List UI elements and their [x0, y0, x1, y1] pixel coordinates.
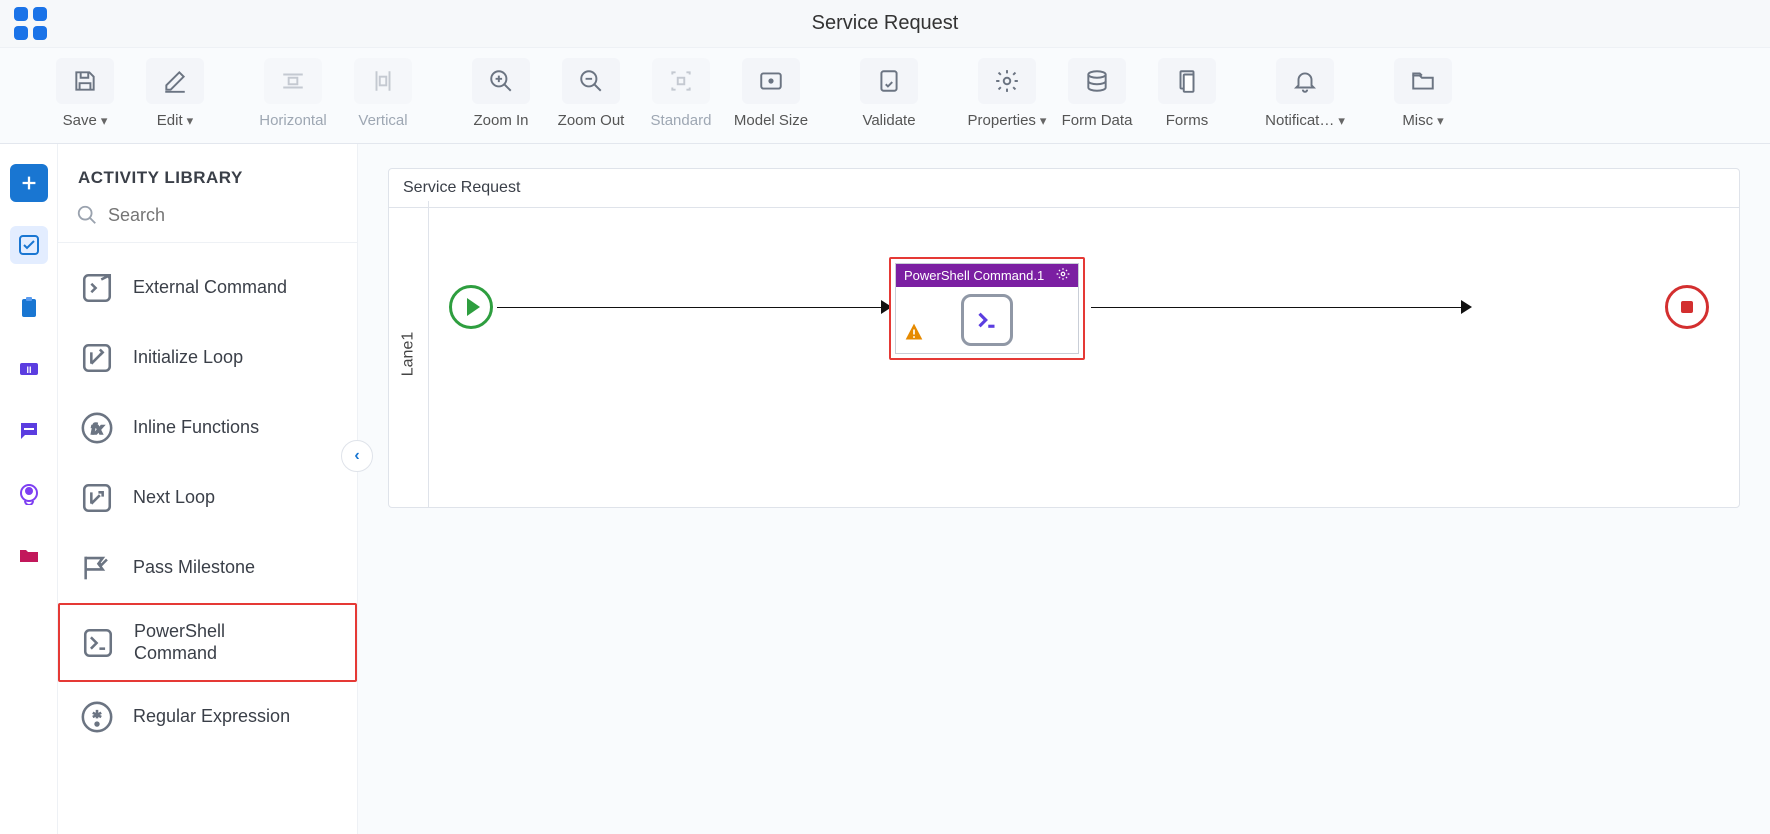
search-input[interactable]: [108, 205, 345, 226]
powershell-icon: [961, 294, 1013, 346]
chevron-down-icon: ▾: [187, 113, 194, 129]
lib-item-label: Pass Milestone: [133, 557, 255, 579]
svg-text:II: II: [26, 365, 31, 375]
align-horizontal-icon: [264, 58, 322, 104]
chevron-down-icon: ▾: [1338, 113, 1345, 129]
app-grid-icon[interactable]: [14, 7, 48, 41]
save-icon: [56, 58, 114, 104]
chevron-left-icon: ‹: [354, 447, 359, 465]
powershell-icon: [80, 625, 116, 661]
lib-item-label: Regular Expression: [133, 706, 290, 728]
chevron-down-icon: ▾: [1040, 113, 1047, 129]
misc-button[interactable]: Misc▾: [1378, 58, 1468, 129]
forms-icon: [1158, 58, 1216, 104]
gear-icon: [978, 58, 1036, 104]
svg-text:fx: fx: [91, 422, 103, 438]
database-icon: [1068, 58, 1126, 104]
lib-item-label: Inline Functions: [133, 417, 259, 439]
zoom-standard-icon: [652, 58, 710, 104]
zoom-in-button[interactable]: Zoom In: [456, 58, 546, 129]
pass-milestone-icon: [79, 550, 115, 586]
rail-variables-button[interactable]: II: [10, 350, 48, 388]
lib-item-label: Initialize Loop: [133, 347, 243, 369]
activity-search[interactable]: [58, 198, 357, 243]
title-bar: Service Request: [0, 0, 1770, 48]
edge-activity-to-end[interactable]: [1091, 307, 1467, 308]
flow-area: PowerShell Command.1: [429, 239, 1729, 399]
lane-label: Lane1: [400, 332, 418, 377]
arrow-icon: [1461, 300, 1472, 314]
activity-library-sidebar: ‹ ACTIVITY LIBRARY External Command Init…: [58, 144, 358, 834]
external-command-icon: [79, 270, 115, 306]
form-data-button[interactable]: Form Data: [1052, 58, 1142, 129]
zoom-standard-button[interactable]: Standard: [636, 58, 726, 129]
activity-title-label: PowerShell Command.1: [904, 268, 1044, 283]
chevron-down-icon: ▾: [101, 113, 108, 129]
toolbar: Save▾ Edit▾ Horizontal Vertical: [0, 48, 1770, 144]
zoom-out-button[interactable]: Zoom Out: [546, 58, 636, 129]
validate-button[interactable]: Validate: [844, 58, 934, 129]
model-size-button[interactable]: Model Size: [726, 58, 816, 129]
rail-folder-button[interactable]: [10, 536, 48, 574]
sidebar-collapse-button[interactable]: ‹: [341, 440, 373, 472]
sidebar-title: ACTIVITY LIBRARY: [58, 144, 357, 198]
lib-item-external-command[interactable]: External Command: [58, 253, 357, 323]
align-vertical-icon: [354, 58, 412, 104]
rail-chat-button[interactable]: [10, 412, 48, 450]
align-horizontal-button[interactable]: Horizontal: [248, 58, 338, 129]
lib-item-label: PowerShell Command: [134, 621, 294, 664]
align-vertical-button[interactable]: Vertical: [338, 58, 428, 129]
zoom-out-icon: [562, 58, 620, 104]
lib-item-regular-expression[interactable]: Regular Expression: [58, 682, 357, 752]
lib-item-inline-functions[interactable]: fx Inline Functions: [58, 393, 357, 463]
lib-item-powershell-command[interactable]: PowerShell Command: [58, 603, 357, 682]
rail-support-button[interactable]: [10, 474, 48, 512]
edge-start-to-activity[interactable]: [497, 307, 887, 308]
page-title: Service Request: [0, 12, 1770, 35]
chevron-down-icon: ▾: [1437, 113, 1444, 129]
edit-icon: [146, 58, 204, 104]
lib-item-pass-milestone[interactable]: Pass Milestone: [58, 533, 357, 603]
rail-design-button[interactable]: [10, 226, 48, 264]
canvas-title: Service Request: [389, 169, 1739, 208]
left-rail: II: [0, 144, 58, 834]
folder-icon: [1394, 58, 1452, 104]
lane-header[interactable]: Lane1: [389, 201, 429, 507]
activity-list: External Command Initialize Loop fx Inli…: [58, 243, 357, 762]
validate-icon: [860, 58, 918, 104]
next-loop-icon: [79, 480, 115, 516]
regex-icon: [79, 699, 115, 735]
bell-icon: [1276, 58, 1334, 104]
lib-item-next-loop[interactable]: Next Loop: [58, 463, 357, 533]
workflow-canvas[interactable]: Service Request Lane1 PowerShell Command…: [388, 168, 1740, 508]
search-icon: [76, 204, 98, 226]
warning-icon: [904, 322, 924, 347]
properties-button[interactable]: Properties▾: [962, 58, 1052, 129]
activity-powershell-command[interactable]: PowerShell Command.1: [889, 257, 1085, 360]
inline-functions-icon: fx: [79, 410, 115, 446]
end-node[interactable]: [1665, 285, 1709, 329]
main-area: II ‹ ACTIVITY LIBRARY External Command: [0, 144, 1770, 834]
lib-item-initialize-loop[interactable]: Initialize Loop: [58, 323, 357, 393]
lib-item-label: Next Loop: [133, 487, 215, 509]
rail-clipboard-button[interactable]: [10, 288, 48, 326]
canvas-container: Service Request Lane1 PowerShell Command…: [358, 144, 1770, 834]
gear-icon[interactable]: [1056, 267, 1070, 284]
notifications-button[interactable]: Notificat…▾: [1260, 58, 1350, 129]
forms-button[interactable]: Forms: [1142, 58, 1232, 129]
lib-item-label: External Command: [133, 277, 287, 299]
save-button[interactable]: Save▾: [40, 58, 130, 129]
rail-add-button[interactable]: [10, 164, 48, 202]
model-size-icon: [742, 58, 800, 104]
start-node[interactable]: [449, 285, 493, 329]
edit-button[interactable]: Edit▾: [130, 58, 220, 129]
zoom-in-icon: [472, 58, 530, 104]
initialize-loop-icon: [79, 340, 115, 376]
